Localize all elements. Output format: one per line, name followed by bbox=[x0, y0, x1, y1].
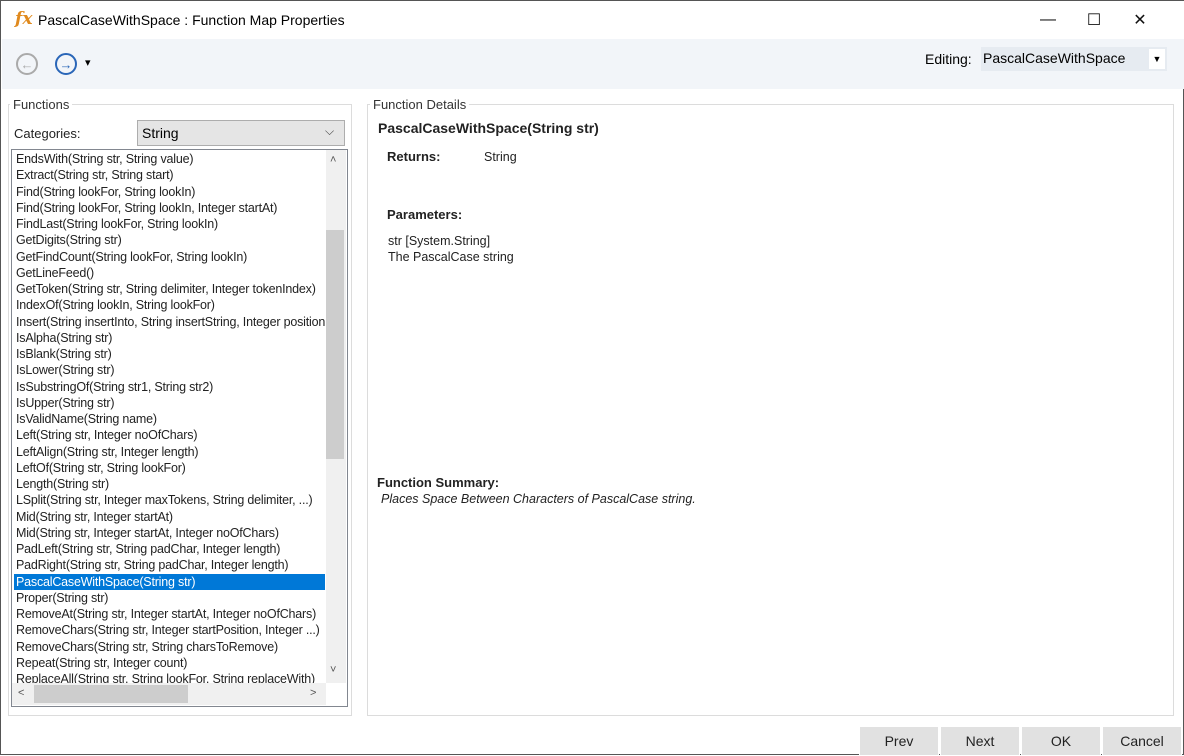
list-item[interactable]: LeftAlign(String str, Integer length) bbox=[14, 444, 325, 460]
prev-button[interactable]: Prev bbox=[859, 726, 939, 756]
list-item[interactable]: IsUpper(String str) bbox=[14, 395, 325, 411]
list-item[interactable]: PadLeft(String str, String padChar, Inte… bbox=[14, 541, 325, 557]
list-item[interactable]: RemoveAt(String str, Integer startAt, In… bbox=[14, 606, 325, 622]
list-item[interactable]: Insert(String insertInto, String insertS… bbox=[14, 314, 325, 330]
list-item[interactable]: Mid(String str, Integer startAt, Integer… bbox=[14, 525, 325, 541]
fx-icon: fx bbox=[15, 9, 33, 29]
chevron-down-icon[interactable]: ▼ bbox=[1149, 49, 1165, 69]
parameter-description: The PascalCase string bbox=[388, 250, 514, 264]
close-button[interactable]: ✕ bbox=[1117, 1, 1163, 39]
list-item[interactable]: GetDigits(String str) bbox=[14, 232, 325, 248]
scroll-left-icon[interactable]: < bbox=[18, 687, 24, 699]
list-item[interactable]: PadRight(String str, String padChar, Int… bbox=[14, 557, 325, 573]
scroll-thumb[interactable] bbox=[326, 230, 344, 459]
list-item[interactable]: Proper(String str) bbox=[14, 590, 325, 606]
list-item[interactable]: Left(String str, Integer noOfChars) bbox=[14, 427, 325, 443]
scroll-thumb[interactable] bbox=[34, 685, 188, 703]
categories-label: Categories: bbox=[14, 126, 81, 141]
functions-legend: Functions bbox=[10, 97, 73, 112]
list-item[interactable]: IsValidName(String name) bbox=[14, 411, 325, 427]
categories-select[interactable]: String bbox=[137, 120, 345, 146]
back-button[interactable]: ← bbox=[16, 53, 38, 75]
cancel-button[interactable]: Cancel bbox=[1102, 726, 1182, 756]
list-item[interactable]: Length(String str) bbox=[14, 476, 325, 492]
list-item[interactable]: IsAlpha(String str) bbox=[14, 330, 325, 346]
maximize-button[interactable]: ☐ bbox=[1071, 1, 1117, 39]
function-details-legend: Function Details bbox=[370, 97, 470, 112]
list-item[interactable]: LeftOf(String str, String lookFor) bbox=[14, 460, 325, 476]
list-item[interactable]: GetFindCount(String lookFor, String look… bbox=[14, 249, 325, 265]
scroll-down-icon[interactable]: ˅ bbox=[330, 664, 336, 676]
history-dropdown-icon[interactable]: ▾ bbox=[85, 56, 91, 69]
list-item[interactable]: IsLower(String str) bbox=[14, 362, 325, 378]
returns-label: Returns: bbox=[387, 149, 441, 164]
list-item[interactable]: Find(String lookFor, String lookIn, Inte… bbox=[14, 200, 325, 216]
list-item[interactable]: GetLineFeed() bbox=[14, 265, 325, 281]
list-item[interactable]: RemoveChars(String str, String charsToRe… bbox=[14, 639, 325, 655]
editing-label: Editing: bbox=[925, 51, 972, 67]
scroll-up-icon[interactable]: ˄ bbox=[330, 154, 336, 166]
list-item[interactable]: PascalCaseWithSpace(String str) bbox=[14, 573, 325, 590]
minimize-button[interactable]: — bbox=[1025, 1, 1071, 39]
next-button[interactable]: Next bbox=[940, 726, 1020, 756]
editing-select[interactable]: PascalCaseWithSpace bbox=[981, 47, 1167, 71]
ok-button[interactable]: OK bbox=[1021, 726, 1101, 756]
chevron-down-icon: ⌵ bbox=[325, 124, 335, 138]
list-item[interactable]: Find(String lookFor, String lookIn) bbox=[14, 184, 325, 200]
list-item[interactable]: IsSubstringOf(String str1, String str2) bbox=[14, 379, 325, 395]
list-item[interactable]: RemoveChars(String str, Integer startPos… bbox=[14, 622, 325, 638]
list-item[interactable]: IsBlank(String str) bbox=[14, 346, 325, 362]
parameters-label: Parameters: bbox=[387, 207, 463, 222]
functions-list[interactable]: EndsWith(String str, String value) Extrac… bbox=[11, 149, 348, 707]
returns-value: String bbox=[484, 150, 517, 164]
list-item[interactable]: LSplit(String str, Integer maxTokens, St… bbox=[14, 492, 325, 508]
list-item[interactable]: Repeat(String str, Integer count) bbox=[14, 655, 325, 671]
forward-button[interactable]: → bbox=[55, 53, 77, 75]
list-item[interactable]: Extract(String str, String start) bbox=[14, 167, 325, 183]
parameter-type: str [System.String] bbox=[388, 234, 491, 248]
summary-label: Function Summary: bbox=[377, 475, 500, 490]
window-title: PascalCaseWithSpace : Function Map Prope… bbox=[38, 12, 345, 28]
list-item[interactable]: FindLast(String lookFor, String lookIn) bbox=[14, 216, 325, 232]
function-details-group bbox=[367, 104, 1174, 716]
summary-text: Places Space Between Characters of Pasca… bbox=[381, 492, 696, 506]
list-item[interactable]: Mid(String str, Integer startAt) bbox=[14, 509, 325, 525]
title-bar: fx PascalCaseWithSpace : Function Map Pr… bbox=[1, 1, 1184, 39]
list-item[interactable]: EndsWith(String str, String value) bbox=[14, 151, 325, 167]
list-item[interactable]: GetToken(String str, String delimiter, I… bbox=[14, 281, 325, 297]
function-signature: PascalCaseWithSpace(String str) bbox=[378, 120, 599, 136]
list-item[interactable]: IndexOf(String lookIn, String lookFor) bbox=[14, 297, 325, 313]
scroll-right-icon[interactable]: > bbox=[310, 687, 316, 699]
